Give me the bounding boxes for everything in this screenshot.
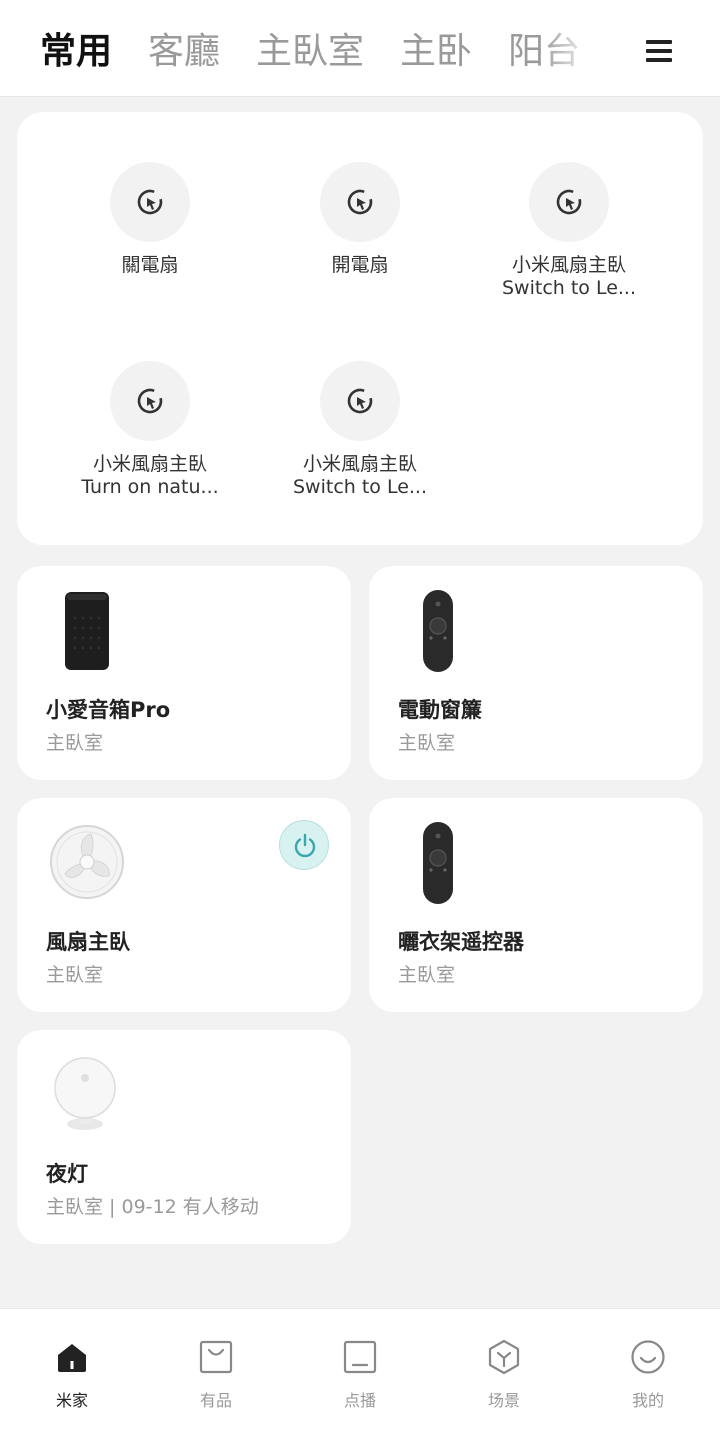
device-name: 夜灯 [46,1162,88,1186]
scene-item[interactable]: 小米風扇主臥 Switch to Le... [464,162,674,300]
scene-button[interactable] [110,162,190,242]
nav-label: 有品 [199,1391,232,1410]
remote-control-image [423,590,453,672]
scene-label-line1: 小米風扇主臥 [302,453,417,475]
tab-living-room[interactable]: 客廳 [148,28,220,76]
scene-item[interactable]: 小米風扇主臥 Switch to Le... [255,361,465,499]
nav-label: 米家 [55,1391,88,1410]
scene-button[interactable] [320,162,400,242]
device-room: 主臥室 [46,964,104,986]
device-name: 小愛音箱Pro [46,698,171,722]
nav-label: 点播 [343,1391,376,1410]
device-card-night-light[interactable]: 夜灯 主臥室 | 09-12 有人移动 [17,1030,351,1244]
scene-label-line2: Switch to Le... [292,476,428,498]
tab-master-bedroom-2[interactable]: 主卧 [400,28,472,76]
scene-label: 小米風扇主臥 Switch to Le... [255,453,465,499]
scene-label: 開電扇 [331,254,389,276]
cursor-click-icon [556,189,582,215]
remote-control-image [423,822,453,904]
nav-home[interactable]: 米家 [0,1309,144,1429]
cursor-click-icon [347,189,373,215]
scene-label-line2: Turn on natu... [81,476,219,498]
nav-label: 场景 [487,1391,520,1410]
device-room: 主臥室 [398,732,456,754]
fan-image [50,825,124,899]
tab-common[interactable]: 常用 [40,28,112,76]
scene-label: 小米風扇主臥 Turn on natu... [45,453,255,499]
scene-item[interactable]: 小米風扇主臥 Turn on natu... [45,361,255,499]
nav-shop[interactable]: 有品 [144,1309,288,1429]
device-card-fan[interactable]: 風扇主臥 主臥室 [17,798,351,1012]
scene-label-line2: Switch to Le... [501,277,637,299]
night-light-image [54,1057,116,1130]
nav-label: 我的 [631,1391,664,1410]
scene-label-line1: 小米風扇主臥 [92,453,207,475]
tab-fade-overlay [540,28,620,78]
tab-master-bedroom[interactable]: 主臥室 [256,28,364,76]
scene-label: 小米風扇主臥 Switch to Le... [464,254,674,300]
shopping-bag-icon [199,1340,233,1374]
cursor-click-icon [137,189,163,215]
scene-button[interactable] [110,361,190,441]
nav-media[interactable]: 点播 [288,1309,432,1429]
home-icon [58,1344,86,1372]
smart-speaker-image [65,592,109,670]
scene-button[interactable] [320,361,400,441]
cursor-click-icon [137,388,163,414]
bottom-navigation: 米家 有品 点播 场景 我的 [0,1308,720,1449]
media-icon [343,1340,377,1374]
hamburger-menu-icon[interactable] [646,40,672,64]
device-name: 風扇主臥 [46,930,130,954]
scene-item[interactable]: 開電扇 [255,162,465,277]
cube-icon [488,1339,520,1375]
smiley-face-icon [631,1340,665,1374]
top-tab-bar: 常用客廳主臥室主卧阳台阝 [0,0,720,97]
nav-profile[interactable]: 我的 [576,1309,720,1429]
scene-item[interactable]: 關電扇 [45,162,255,277]
device-name: 曬衣架遥控器 [398,930,524,954]
scene-label-line1: 小米風扇主臥 [511,254,626,276]
device-card-speaker[interactable]: 小愛音箱Pro 主臥室 [17,566,351,780]
device-room: 主臥室 [398,964,456,986]
power-toggle-button[interactable] [279,820,329,870]
scenes-card: 關電扇 開電扇 小米風扇主臥 Switch to Le... 小米風扇主臥 Tu… [17,112,703,545]
room-tabs: 常用客廳主臥室主卧阳台阝 [40,28,620,78]
device-card-clothes-rack[interactable]: 曬衣架遥控器 主臥室 [369,798,703,1012]
device-name: 電動窗簾 [398,698,482,722]
device-status: 主臥室 | 09-12 有人移动 [46,1196,259,1218]
nav-scenes[interactable]: 场景 [432,1309,576,1429]
scene-button[interactable] [529,162,609,242]
device-card-curtain[interactable]: 電動窗簾 主臥室 [369,566,703,780]
scene-label: 關電扇 [121,254,179,276]
cursor-click-icon [347,388,373,414]
power-icon [294,833,316,858]
device-room: 主臥室 [46,732,104,754]
